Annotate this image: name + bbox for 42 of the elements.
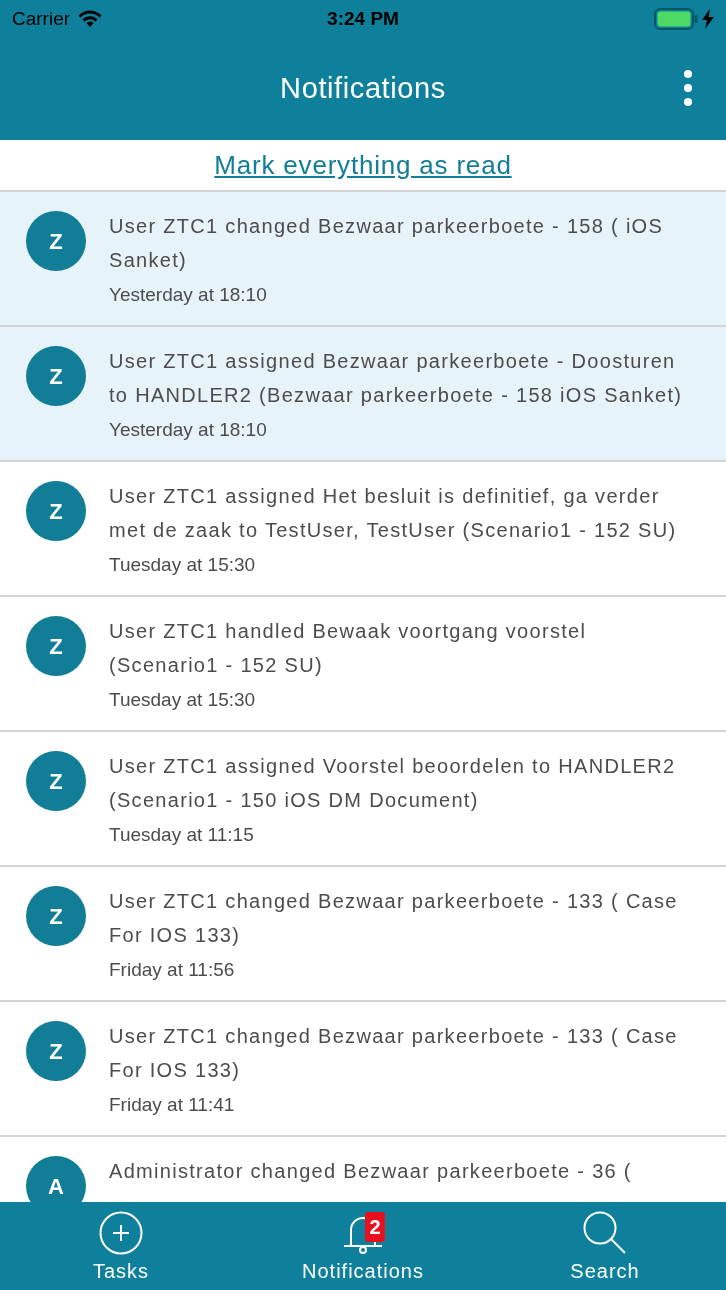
notification-message: User ZTC1 changed Bezwaar parkeerboete - 133 ( Case For IOS 133) <box>109 889 679 948</box>
battery-icon <box>654 8 698 30</box>
notification-message: User ZTC1 assigned Het besluit is definitief, ga verder met de zaak to TestUser, TestUser (Scenario1 - 152 SU) <box>109 484 678 543</box>
plus-circle-icon <box>99 1211 143 1255</box>
header-title: Notifications <box>280 71 446 107</box>
notification-message: User ZTC1 handled Bewaak voortgang voorstel (Scenario1 - 152 SU) <box>109 619 588 678</box>
notification-message: Administrator changed Bezwaar parkeerboete - 36 ( <box>109 1159 633 1184</box>
notification-time: Tuesday at 15:30 <box>109 688 257 712</box>
notification-time: Friday at 11:56 <box>109 958 236 982</box>
notification-time: Yesterday at 18:10 <box>109 418 268 442</box>
mark-all-read-link[interactable]: Mark everything as read <box>214 145 512 185</box>
notification-time: Tuesday at 15:30 <box>109 553 257 577</box>
notification-message: User ZTC1 assigned Bezwaar parkeerboete - Doosturen to HANDLER2 (Bezwaar parkeerboete - 158 iOS Sanket) <box>109 349 684 408</box>
clock-time: 3:24 PM <box>327 6 399 31</box>
wifi-icon <box>78 10 103 28</box>
avatar-initial: A <box>26 1156 86 1202</box>
tab-label: Notifications <box>302 1259 424 1284</box>
search-icon <box>583 1211 627 1255</box>
notification-time: Yesterday at 18:10 <box>109 283 268 307</box>
tab-bar-item[interactable]: 2 Notifications <box>242 1202 484 1290</box>
tab-bar-item[interactable]: Tasks <box>0 1202 242 1290</box>
avatar-initial: Z <box>26 211 86 271</box>
avatar-initial: Z <box>26 616 86 676</box>
more-vertical-icon <box>683 69 693 107</box>
notification-time: Friday at 11:41 <box>109 1093 236 1117</box>
tab-bar-item[interactable]: Search <box>484 1202 726 1290</box>
charging-bolt-icon <box>702 9 714 29</box>
unread-count-badge: 2 <box>365 1212 385 1242</box>
avatar-initial: Z <box>26 1021 86 1081</box>
notification-message: User ZTC1 assigned Voorstel beoordelen to HANDLER2 (Scenario1 - 150 iOS DM Document) <box>109 754 677 813</box>
carrier-label: Carrier <box>12 6 71 31</box>
avatar-initial: Z <box>26 886 86 946</box>
notification-message: User ZTC1 changed Bezwaar parkeerboete - 133 ( Case For IOS 133) <box>109 1024 679 1083</box>
tab-label: Search <box>570 1259 640 1284</box>
notification-row[interactable]: Z User ZTC1 changed Bezwaar parkeerboete - 158 ( iOS Sanket) Yesterday at 18:10 <box>0 192 726 327</box>
notification-time: Tuesday at 11:15 <box>109 823 255 847</box>
avatar-initial: Z <box>26 481 86 541</box>
avatar-initial: Z <box>26 751 86 811</box>
tab-label: Tasks <box>92 1259 150 1284</box>
notification-row[interactable]: Z User ZTC1 assigned Bezwaar parkeerboete - Doosturen to HANDLER2 (Bezwaar parkeerboete - 158 iOS Sanket) Yesterday at 18:10 <box>0 327 726 462</box>
notification-message: User ZTC1 changed Bezwaar parkeerboete - 158 ( iOS Sanket) <box>109 214 665 273</box>
avatar-initial: Z <box>26 346 86 406</box>
